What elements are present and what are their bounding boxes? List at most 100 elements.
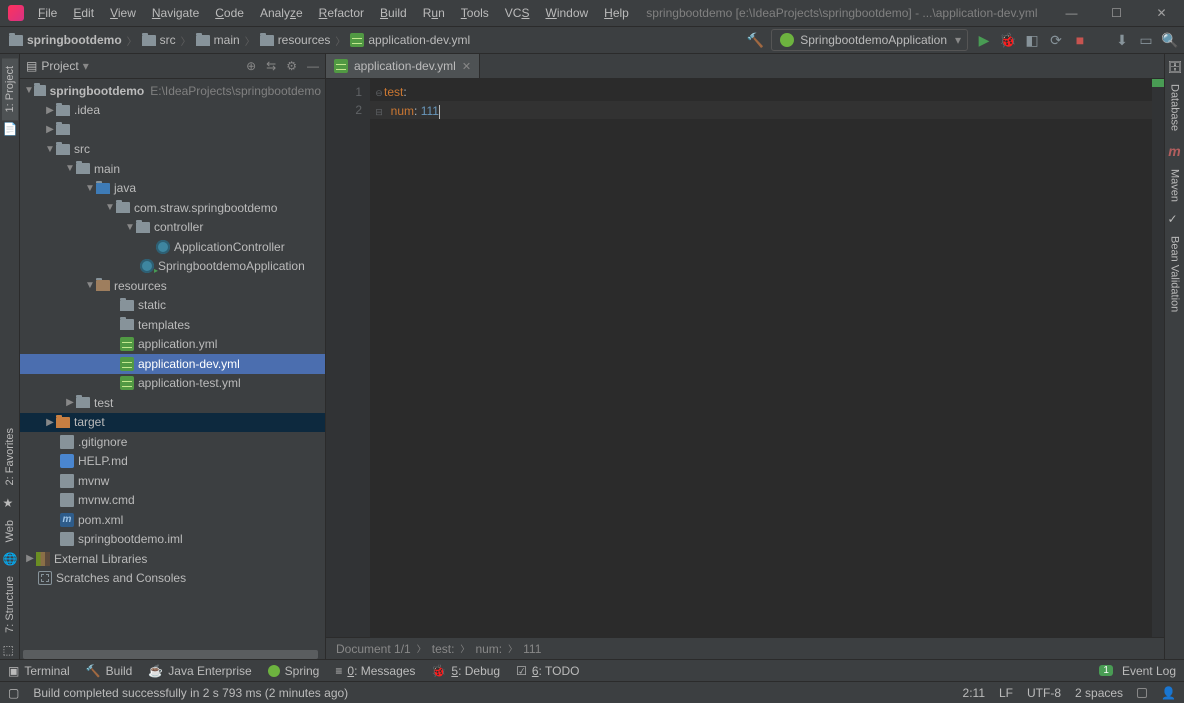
tree-controller[interactable]: controller [20,218,325,238]
close-tab-icon[interactable]: ✕ [462,60,471,73]
cursor-position[interactable]: 2:11 [963,686,985,700]
breadcrumb-root[interactable]: springbootdemo [6,31,125,49]
web-toolwindow-tab[interactable]: Web [2,512,18,550]
tree-test[interactable]: test [20,393,325,413]
tab-application-dev[interactable]: application-dev.yml ✕ [326,54,480,78]
tree-package[interactable]: com.straw.springbootdemo [20,198,325,218]
crumb-doc[interactable]: Document 1/1 [336,642,411,656]
inspector-icon[interactable]: 👤 [1161,686,1176,700]
menu-build[interactable]: Build [374,3,413,23]
tree-mvnw[interactable]: mvnw [20,471,325,491]
crumb-num[interactable]: num: [475,642,502,656]
eventlog-button[interactable]: 1Event Log [1099,664,1176,678]
star-icon[interactable]: ★ [3,496,17,510]
tree-idea[interactable]: .idea [20,101,325,121]
terminal-button[interactable]: ▣Terminal [8,664,70,678]
minimize-button[interactable]: ― [1049,0,1094,27]
crumb-val[interactable]: 111 [523,642,541,656]
tree-src[interactable]: src [20,140,325,160]
tree-static[interactable]: static [20,296,325,316]
close-button[interactable]: ✕ [1139,0,1184,27]
tree-mainclass[interactable]: SpringbootdemoApplication [20,257,325,277]
tree-main[interactable]: main [20,159,325,179]
tree-appcontroller[interactable]: ApplicationController [20,237,325,257]
encoding[interactable]: UTF-8 [1027,686,1061,700]
horizontal-scrollbar[interactable] [20,650,325,659]
tree-extlib[interactable]: External Libraries [20,549,325,569]
code-editor[interactable]: 1 2 ⊖test: ⊟ num: 111 [326,79,1164,637]
coverage-button[interactable]: ◧ [1024,32,1040,48]
spring-button[interactable]: Spring [268,664,320,678]
tree-root[interactable]: springbootdemoE:\IdeaProjects\springboot… [20,81,325,101]
messages-button[interactable]: ≡0: Messages [335,664,415,678]
menu-tools[interactable]: Tools [455,3,495,23]
menu-file[interactable]: File [32,3,63,23]
build-icon[interactable]: 🔨 [747,32,763,48]
profile-button[interactable]: ⟳ [1048,32,1064,48]
todo-button[interactable]: ☑6: TODO [516,664,579,678]
toolwindows-toggle[interactable]: ▢ [8,686,19,700]
menu-edit[interactable]: Edit [67,3,100,23]
tree-java[interactable]: java [20,179,325,199]
menu-window[interactable]: Window [539,3,594,23]
menu-navigate[interactable]: Navigate [146,3,205,23]
tree-testyml[interactable]: application-test.yml [20,374,325,394]
run-button[interactable]: ▶ [976,32,992,48]
hide-icon[interactable]: — [307,59,319,73]
settings-icon[interactable]: ⚙ [286,59,297,73]
tree-pom[interactable]: mpom.xml [20,510,325,530]
crumb-test[interactable]: test: [432,642,455,656]
tree-scratch[interactable]: Scratches and Consoles [20,569,325,589]
favorites-toolwindow-tab[interactable]: 2: Favorites [2,420,18,493]
menu-help[interactable]: Help [598,3,635,23]
tree-resources[interactable]: resources [20,276,325,296]
structure-toolwindow-tab[interactable]: 7: Structure [2,568,18,641]
lock-icon[interactable] [1137,688,1147,698]
error-stripe[interactable] [1152,79,1164,637]
run-configuration-dropdown[interactable]: SpringbootdemoApplication [771,29,968,51]
project-tree[interactable]: springbootdemoE:\IdeaProjects\springboot… [20,79,325,659]
project-toolwindow-tab[interactable]: 1: Project [2,58,18,120]
database-toolwindow-tab[interactable]: Database [1167,76,1183,139]
maven-icon[interactable]: m [1168,143,1182,157]
stop-button[interactable]: ■ [1072,32,1088,48]
structure-button[interactable]: ▭ [1138,32,1154,48]
breadcrumb-src[interactable]: src [139,31,179,49]
maximize-button[interactable]: ☐ [1094,0,1139,27]
menu-analyze[interactable]: Analyze [254,3,309,23]
database-icon[interactable]: 🗄 [1168,60,1182,74]
tree-devyml[interactable]: application-dev.yml [20,354,325,374]
locate-icon[interactable]: ⊕ [246,59,256,73]
debug-button[interactable]: 🐞 [1000,32,1016,48]
build-toolwindow-button[interactable]: 🔨Build [86,664,133,678]
bean-icon[interactable]: ✓ [1168,212,1182,226]
menu-run[interactable]: Run [417,3,451,23]
breadcrumb-resources[interactable]: resources [257,31,334,49]
indent[interactable]: 2 spaces [1075,686,1123,700]
search-everywhere-button[interactable]: 🔍 [1162,32,1178,48]
javaee-button[interactable]: ☕Java Enterprise [148,664,251,678]
collapse-icon[interactable]: ⇆ [266,59,276,73]
debug-toolwindow-button[interactable]: 🐞5: Debug [431,664,500,678]
tree-mvn[interactable] [20,120,325,140]
line-ending[interactable]: LF [999,686,1013,700]
tree-iml[interactable]: springbootdemo.iml [20,530,325,550]
update-button[interactable]: ⬇ [1114,32,1130,48]
tree-gitignore[interactable]: .gitignore [20,432,325,452]
breadcrumb-file[interactable]: application-dev.yml [347,31,473,49]
tree-templates[interactable]: templates [20,315,325,335]
breadcrumb-main[interactable]: main [193,31,243,49]
menu-code[interactable]: Code [209,3,250,23]
structure-icon[interactable]: ⬚ [3,643,17,657]
tree-target[interactable]: target [20,413,325,433]
menu-view[interactable]: View [104,3,142,23]
bean-validation-tab[interactable]: Bean Validation [1167,228,1183,320]
tree-appyml[interactable]: application.yml [20,335,325,355]
menu-vcs[interactable]: VCS [499,3,536,23]
tree-help[interactable]: HELP.md [20,452,325,472]
maven-toolwindow-tab[interactable]: Maven [1167,161,1183,210]
bookmark-icon[interactable]: 📄 [3,122,17,136]
tree-mvnwcmd[interactable]: mvnw.cmd [20,491,325,511]
web-icon[interactable]: 🌐 [3,552,17,566]
menu-refactor[interactable]: Refactor [313,3,370,23]
